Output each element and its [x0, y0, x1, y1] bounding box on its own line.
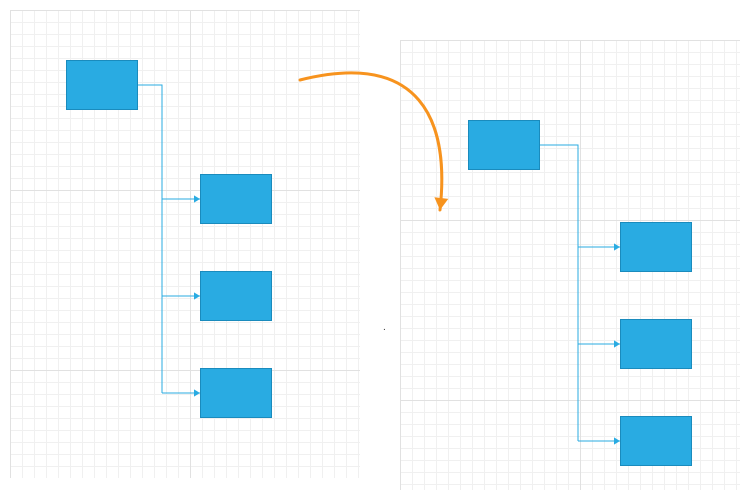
- edges-left: [10, 10, 360, 478]
- node-root[interactable]: [468, 120, 540, 170]
- node-child-2[interactable]: [200, 271, 272, 321]
- node-child-3[interactable]: [200, 368, 272, 418]
- node-root[interactable]: [66, 60, 138, 110]
- canvas-right[interactable]: [400, 40, 740, 490]
- canvas-left[interactable]: [10, 10, 360, 478]
- diagram-stage: .: [0, 0, 751, 501]
- node-child-2[interactable]: [620, 319, 692, 369]
- node-child-1[interactable]: [620, 222, 692, 272]
- center-dot: .: [383, 322, 386, 333]
- node-child-1[interactable]: [200, 174, 272, 224]
- node-child-3[interactable]: [620, 416, 692, 466]
